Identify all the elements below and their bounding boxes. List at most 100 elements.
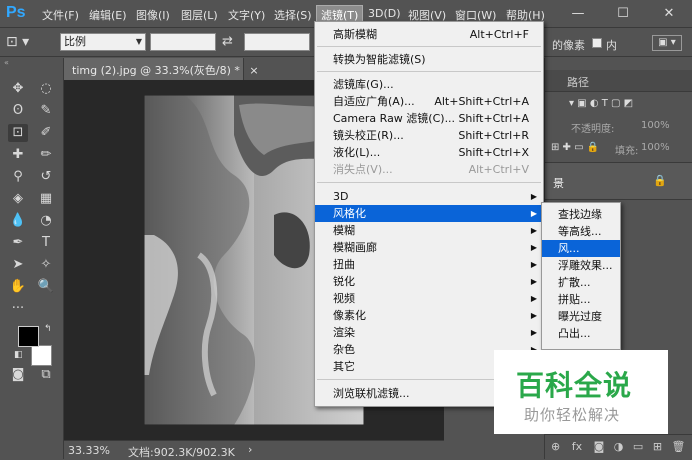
width-field[interactable] — [150, 33, 216, 51]
menu-select[interactable]: 选择(S) — [274, 7, 312, 23]
adjustment-layer-icon[interactable]: ◑ — [614, 440, 624, 453]
submenu-arrow-icon: ▶ — [530, 243, 537, 252]
menu-item-3d[interactable]: 3D ▶ — [315, 188, 543, 205]
blur-tool-icon[interactable]: 💧 — [8, 212, 28, 230]
gradient-icon[interactable]: ▦ — [36, 190, 56, 208]
dodge-tool-icon[interactable]: ◔ — [36, 212, 56, 230]
more-tools-icon[interactable]: ··· — [8, 300, 28, 318]
fill-value[interactable]: 100% — [641, 142, 670, 153]
opacity-value[interactable]: 100% — [641, 120, 670, 131]
brush-tool-icon[interactable]: ✏ — [36, 146, 56, 164]
menu-item-video[interactable]: 视频 ▶ — [315, 290, 543, 307]
default-colors-icon[interactable]: ◧ — [14, 350, 23, 360]
menu-image[interactable]: 图像(I) — [136, 7, 170, 23]
layer-name: 景 — [553, 177, 564, 190]
eraser-icon[interactable]: ◈ — [8, 190, 28, 208]
close-window-button[interactable]: ✕ — [646, 0, 692, 28]
submenu-item-label: 风... — [558, 242, 580, 255]
menu-item-gaussian-blur[interactable]: 高斯模糊 Alt+Ctrl+F — [315, 26, 543, 43]
submenu-arrow-icon: ▶ — [530, 226, 537, 235]
submenu-item-contour[interactable]: 等高线... — [542, 223, 620, 240]
submenu-item-tiles[interactable]: 拼贴... — [542, 291, 620, 308]
menu-item-sharpen[interactable]: 锐化 ▶ — [315, 273, 543, 290]
maximize-button[interactable]: ☐ — [600, 0, 646, 28]
move-tool-icon[interactable]: ✥ — [8, 80, 28, 98]
minimize-button[interactable]: — — [555, 0, 601, 28]
submenu-item-label: 凸出... — [558, 327, 591, 340]
menu-item-adaptive-wide-angle[interactable]: 自适应广角(A)... Alt+Shift+Ctrl+A — [315, 93, 543, 110]
close-tab-icon[interactable]: × — [249, 64, 258, 77]
menu-item-convert-smart-filter[interactable]: 转换为智能滤镜(S) — [315, 51, 543, 68]
menu-item-lens-correction[interactable]: 镜头校正(R)... Shift+Ctrl+R — [315, 127, 543, 144]
zoom-level[interactable]: 33.33% — [68, 444, 110, 457]
menu-type[interactable]: 文字(Y) — [228, 7, 265, 23]
stylize-submenu: 查找边缘 等高线... 风... 浮雕效果... 扩散... 拼贴... 曝光过… — [541, 202, 621, 350]
pen-tool-icon[interactable]: ✒ — [8, 234, 28, 252]
menu-item-label: 滤镜库(G)... — [333, 78, 394, 91]
document-tab[interactable]: timg (2).jpg @ 33.3%(灰色/8) * × — [64, 58, 259, 80]
shape-tool-icon[interactable]: ✧ — [36, 256, 56, 274]
menu-item-vanishing-point: 消失点(V)... Alt+Ctrl+V — [315, 161, 543, 178]
submenu-item-find-edges[interactable]: 查找边缘 — [542, 206, 620, 223]
height-field[interactable] — [244, 33, 310, 51]
submenu-item-wind[interactable]: 风... — [542, 240, 620, 257]
layer-filter-icons[interactable]: ▾ ▣ ◐ T ▢ ◩ — [569, 98, 689, 114]
marquee-tool-icon[interactable]: ◌ — [36, 80, 56, 98]
menu-edit[interactable]: 编辑(E) — [89, 7, 127, 23]
menu-item-liquify[interactable]: 液化(L)... Shift+Ctrl+X — [315, 144, 543, 161]
group-icon[interactable]: ▭ — [633, 440, 643, 453]
submenu-arrow-icon: ▶ — [530, 311, 537, 320]
menu-item-label: 模糊画廊 — [333, 241, 377, 254]
submenu-item-diffuse[interactable]: 扩散... — [542, 274, 620, 291]
submenu-item-emboss[interactable]: 浮雕效果... — [542, 257, 620, 274]
background-color-swatch[interactable] — [31, 345, 52, 366]
lasso-tool-icon[interactable]: ʘ — [8, 102, 28, 120]
menu-item-blur[interactable]: 模糊 ▶ — [315, 222, 543, 239]
menu-layer[interactable]: 图层(L) — [181, 7, 218, 23]
foreground-color-swatch[interactable] — [18, 326, 39, 347]
menu-3d[interactable]: 3D(D) — [368, 7, 401, 20]
fx-icon[interactable]: fx — [572, 440, 582, 453]
submenu-item-extrude[interactable]: 凸出... — [542, 325, 620, 342]
status-menu-arrow-icon[interactable]: › — [248, 443, 252, 456]
layer-row[interactable]: 景 🔒 — [545, 162, 692, 200]
eyedropper-icon[interactable]: ✐ — [36, 124, 56, 142]
lock-icons[interactable]: ⊞ ✚ ▭ 🔒 — [551, 142, 599, 153]
swap-colors-icon[interactable]: ↰ — [44, 324, 52, 334]
menu-item-label: 高斯模糊 — [333, 28, 377, 41]
workspace-switcher[interactable]: ▣ ▾ — [652, 35, 682, 51]
delete-layer-icon[interactable]: 🗑 — [672, 440, 686, 453]
swap-icon[interactable]: ⇄ — [222, 34, 233, 49]
menu-item-label: 3D — [333, 190, 349, 203]
hand-tool-icon[interactable]: ✋ — [8, 278, 28, 296]
clone-stamp-icon[interactable]: ⚲ — [8, 168, 28, 186]
healing-brush-icon[interactable]: ✚ — [8, 146, 28, 164]
panel-collapse-icon[interactable]: « — [4, 58, 60, 67]
new-layer-icon[interactable]: ⊞ — [653, 440, 662, 453]
menu-item-blur-gallery[interactable]: 模糊画廊 ▶ — [315, 239, 543, 256]
submenu-item-solarize[interactable]: 曝光过度 — [542, 308, 620, 325]
screen-mode-icon[interactable]: ⧉ — [36, 366, 56, 384]
menu-item-render[interactable]: 渲染 ▶ — [315, 324, 543, 341]
history-brush-icon[interactable]: ↺ — [36, 168, 56, 186]
path-select-icon[interactable]: ➤ — [8, 256, 28, 274]
content-aware-checkbox[interactable] — [592, 38, 602, 48]
magic-wand-icon[interactable]: ✎ — [36, 102, 56, 120]
menu-item-label: 其它 — [333, 360, 355, 373]
crop-tool-icon[interactable]: ⊡ — [8, 124, 28, 142]
menu-separator — [317, 71, 541, 72]
menu-item-filter-gallery[interactable]: 滤镜库(G)... — [315, 76, 543, 93]
menu-item-distort[interactable]: 扭曲 ▶ — [315, 256, 543, 273]
type-tool-icon[interactable]: T — [36, 234, 56, 252]
add-mask-icon[interactable]: ◙ — [594, 440, 605, 453]
link-layers-icon[interactable]: ⊕ — [551, 440, 560, 453]
menu-file[interactable]: 文件(F) — [42, 7, 79, 23]
zoom-tool-icon[interactable]: 🔍 — [36, 278, 56, 296]
crop-tool-preset-icon[interactable]: ⊡ ▾ — [6, 34, 46, 52]
menu-item-stylize[interactable]: 风格化 ▶ — [315, 205, 543, 222]
quick-mask-icon[interactable]: ◙ — [8, 366, 28, 384]
menu-item-camera-raw[interactable]: Camera Raw 滤镜(C)... Shift+Ctrl+A — [315, 110, 543, 127]
ratio-select[interactable]: 比例 ▼ — [60, 33, 146, 51]
tab-paths[interactable]: 路径 — [567, 74, 589, 90]
menu-item-pixelate[interactable]: 像素化 ▶ — [315, 307, 543, 324]
